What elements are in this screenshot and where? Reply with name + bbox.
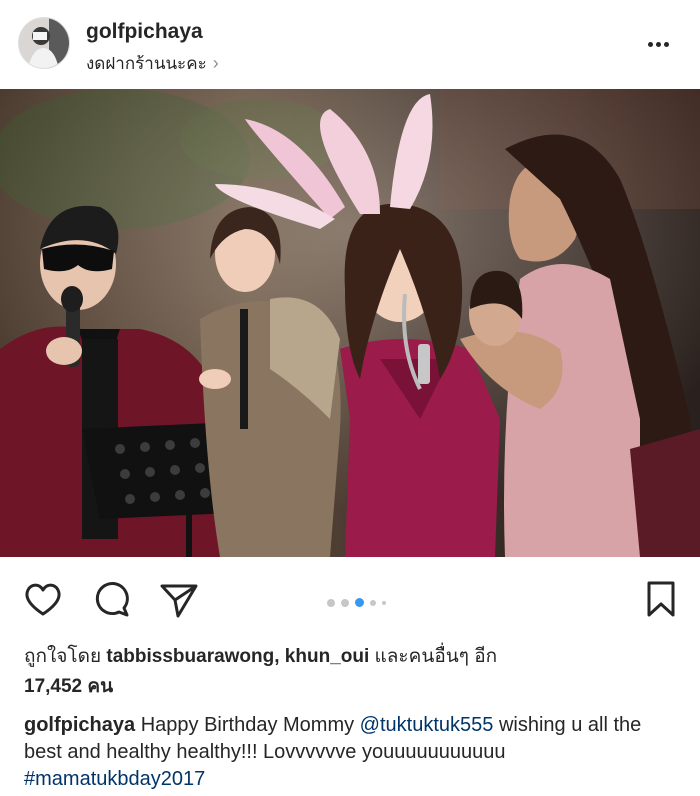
likes-count[interactable]: 17,452 คน [24, 676, 113, 697]
post-header: golfpichaya งดฝากร้านนะคะ › [0, 0, 700, 88]
send-icon[interactable] [158, 578, 200, 620]
bookmark-icon[interactable] [640, 578, 682, 620]
likes-users[interactable]: tabbissbuarawong, khun_oui [106, 646, 369, 667]
heart-icon[interactable] [22, 578, 64, 620]
location-label: งดฝากร้านนะคะ [86, 54, 207, 73]
avatar[interactable] [18, 17, 70, 69]
carousel-indicator [327, 594, 392, 612]
likes-middle: และคนอื่นๆ อีก [374, 646, 498, 667]
action-bar [0, 568, 700, 628]
carousel-dot-active [355, 598, 364, 608]
caption-hashtag[interactable]: #mamatukbday2017 [24, 768, 205, 790]
chevron-right-icon: › [212, 53, 219, 73]
more-icon[interactable] [648, 34, 676, 47]
carousel-dot [327, 598, 335, 607]
post-caption: golfpichaya Happy Birthday Mommy @tuktuk… [24, 712, 684, 793]
carousel-dot [341, 598, 349, 607]
post-photo[interactable] [0, 89, 700, 557]
caption-text: Happy Birthday Mommy [140, 714, 355, 736]
carousel-dot [370, 599, 376, 606]
caption-username[interactable]: golfpichaya [24, 714, 135, 736]
caption-mention[interactable]: @tuktuktuk555 [360, 714, 494, 736]
post-username[interactable]: golfpichaya [86, 20, 203, 44]
likes-prefix: ถูกใจโดย [24, 646, 102, 667]
post-location[interactable]: งดฝากร้านนะคะ › [86, 50, 219, 77]
party-photo-image [0, 89, 700, 557]
avatar-image [19, 18, 69, 68]
carousel-dot [382, 600, 386, 605]
likes-summary[interactable]: ถูกใจโดย tabbissbuarawong, khun_oui และค… [24, 642, 684, 702]
comment-icon[interactable] [90, 578, 132, 620]
